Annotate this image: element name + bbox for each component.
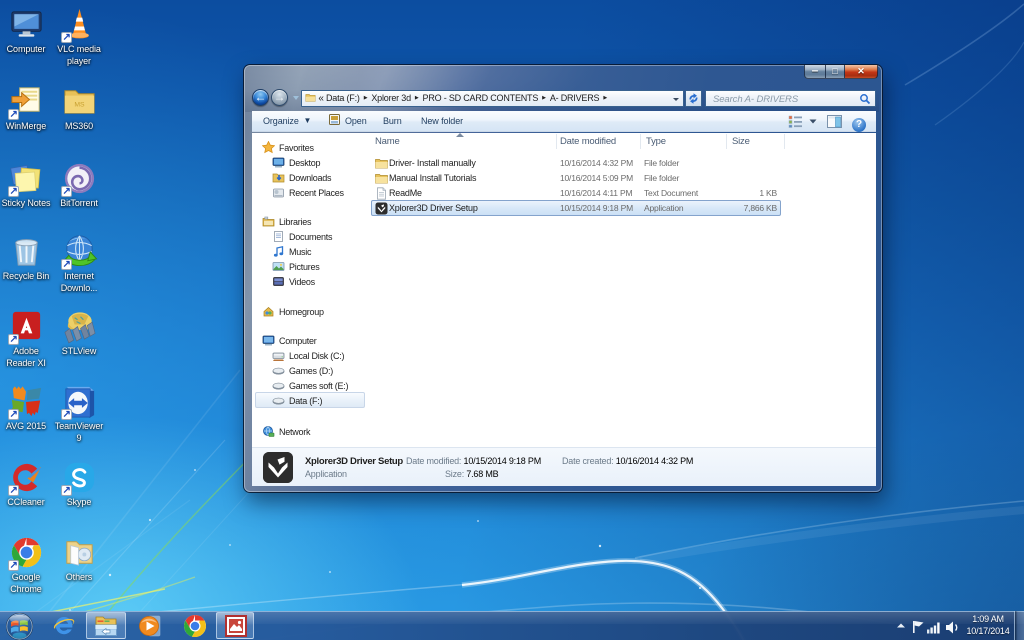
svg-text:MS: MS (74, 101, 85, 108)
